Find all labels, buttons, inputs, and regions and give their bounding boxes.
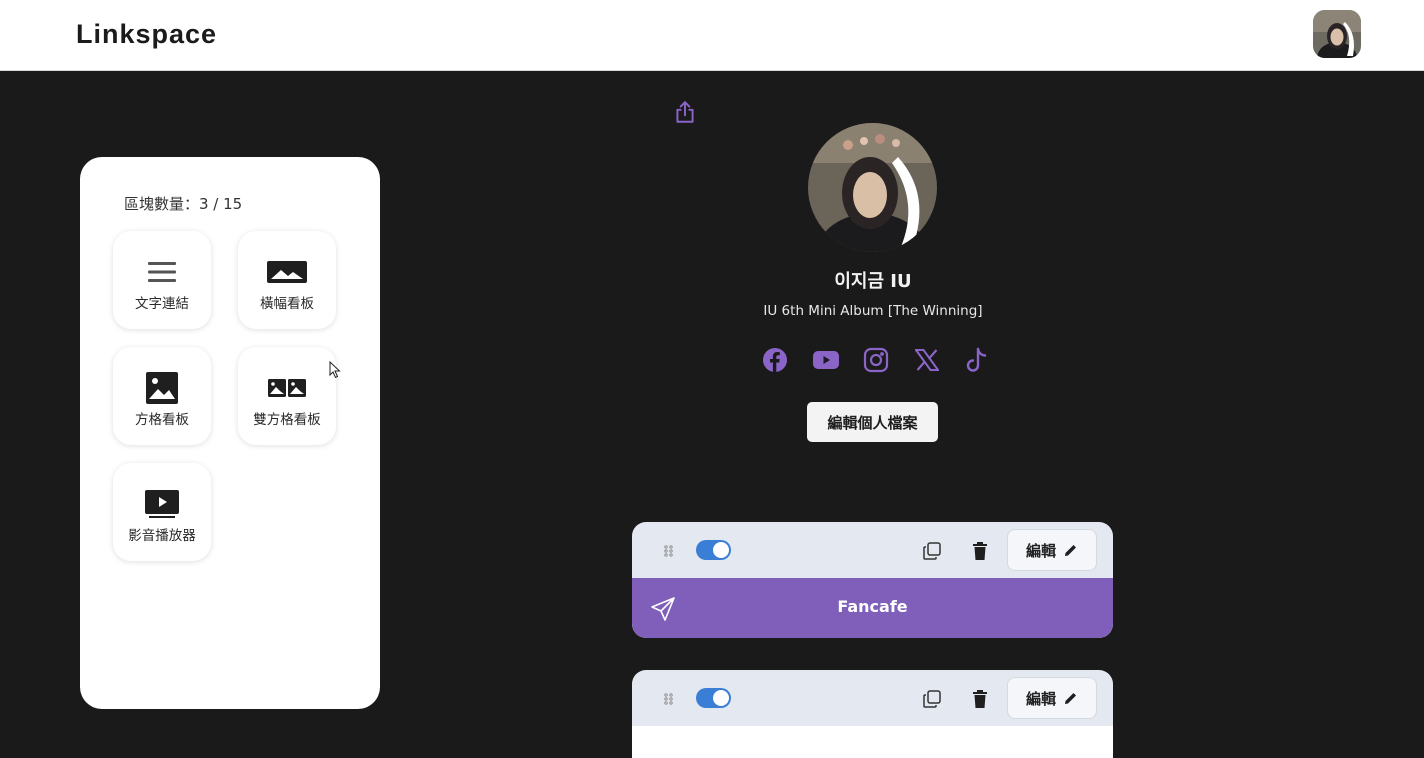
pencil-icon bbox=[1065, 693, 1076, 704]
pencil-icon bbox=[1065, 545, 1076, 556]
block-visibility-toggle[interactable] bbox=[696, 540, 731, 560]
text-lines-icon bbox=[113, 255, 211, 289]
add-video-player-tile[interactable]: 影音播放器 bbox=[113, 463, 211, 561]
add-double-board-tile[interactable]: 雙方格看板 bbox=[238, 347, 336, 445]
youtube-icon[interactable] bbox=[811, 345, 841, 375]
tile-label: 影音播放器 bbox=[128, 528, 196, 544]
user-avatar[interactable] bbox=[1313, 10, 1361, 58]
double-image-icon bbox=[238, 371, 336, 405]
profile-bio: IU 6th Mini Album [The Winning] bbox=[763, 303, 983, 319]
profile-name: 이지금 IU bbox=[834, 271, 912, 292]
block-visibility-toggle[interactable] bbox=[696, 688, 731, 708]
block-toolbar: 編輯 bbox=[632, 522, 1113, 578]
block-count-label: 區塊數量：3 / 15 bbox=[124, 195, 243, 213]
facebook-icon[interactable] bbox=[760, 345, 790, 375]
block-toolbar: 編輯 bbox=[632, 670, 1113, 726]
social-links bbox=[760, 343, 992, 377]
edit-block-button[interactable]: 編輯 bbox=[1007, 677, 1097, 719]
tile-label: 橫幅看板 bbox=[260, 296, 314, 312]
add-text-link-tile[interactable]: 文字連結 bbox=[113, 231, 211, 329]
edit-label: 編輯 bbox=[1025, 689, 1056, 708]
fancafe-link[interactable]: Fancafe bbox=[632, 578, 1113, 638]
x-twitter-icon[interactable] bbox=[912, 345, 942, 375]
block-content-area bbox=[632, 726, 1113, 758]
link-block-card: 編輯 bbox=[632, 670, 1113, 758]
app-logo[interactable]: Linkspace bbox=[76, 19, 217, 50]
mouse-cursor-icon bbox=[329, 360, 341, 379]
tile-label: 文字連結 bbox=[135, 296, 189, 312]
delete-icon[interactable] bbox=[971, 689, 989, 709]
tile-label: 雙方格看板 bbox=[253, 412, 321, 428]
tile-label: 方格看板 bbox=[135, 412, 189, 428]
tiktok-icon[interactable] bbox=[962, 345, 992, 375]
add-square-board-tile[interactable]: 方格看板 bbox=[113, 347, 211, 445]
duplicate-icon[interactable] bbox=[922, 541, 942, 561]
edit-label: 編輯 bbox=[1025, 541, 1056, 560]
duplicate-icon[interactable] bbox=[922, 689, 942, 709]
edit-block-button[interactable]: 編輯 bbox=[1007, 529, 1097, 571]
share-icon[interactable] bbox=[672, 99, 698, 125]
video-player-icon bbox=[113, 487, 211, 521]
add-banner-tile[interactable]: 橫幅看板 bbox=[238, 231, 336, 329]
delete-icon[interactable] bbox=[971, 541, 989, 561]
edit-profile-button[interactable]: 編輯個人檔案 bbox=[807, 402, 938, 442]
drag-handle-icon[interactable] bbox=[662, 543, 676, 557]
banner-image-icon bbox=[238, 255, 336, 289]
instagram-icon[interactable] bbox=[861, 345, 891, 375]
square-image-icon bbox=[113, 371, 211, 405]
profile-avatar[interactable] bbox=[808, 123, 937, 252]
link-title: Fancafe bbox=[837, 597, 908, 616]
top-navbar: Linkspace bbox=[0, 0, 1424, 71]
link-block-card: 編輯 Fancafe bbox=[632, 522, 1113, 638]
drag-handle-icon[interactable] bbox=[662, 691, 676, 705]
block-palette-panel: 區塊數量：3 / 15 文字連結 橫幅看板 方格看板 雙方格看板 影音播放器 bbox=[80, 157, 380, 709]
